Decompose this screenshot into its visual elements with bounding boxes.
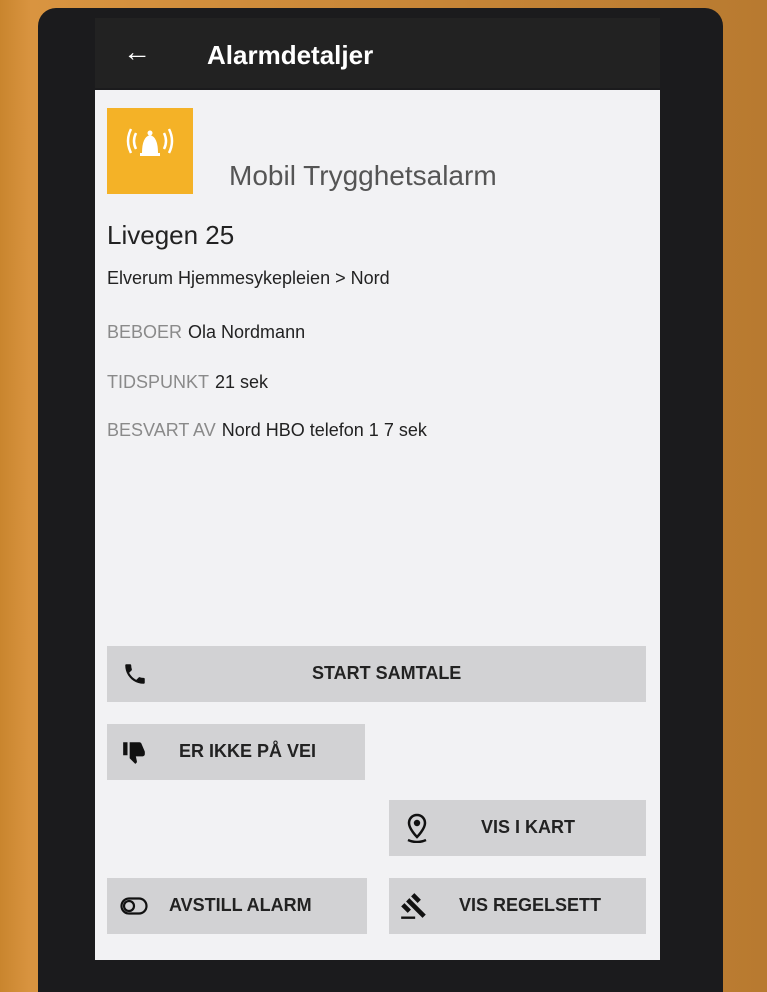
detail-value: Ola Nordmann — [188, 322, 306, 342]
alarm-address: Livegen 25 — [107, 220, 235, 250]
arrow-left-icon[interactable]: ← — [123, 38, 151, 66]
start-call-label: START SAMTALE — [312, 663, 462, 683]
map-pin-icon — [403, 812, 431, 844]
cancel-alarm-label: AVSTILL ALARM — [169, 895, 312, 915]
organization-path: Elverum Hjemmesykepleien > Nord — [107, 268, 390, 288]
detail-value: Nord HBO telefon 1 7 sek — [221, 420, 427, 440]
alarm-details-panel: Mobil Trygghetsalarm Livegen 25 Elverum … — [95, 90, 660, 960]
app-bar: ← Alarmdetaljer — [95, 18, 660, 88]
show-rules-button[interactable]: VIS REGELSETT — [389, 878, 646, 934]
alarm-type-tile — [107, 108, 193, 194]
detail-row-answered-by: BESVART AV Nord HBO telefon 1 7 sek — [107, 420, 427, 441]
detail-row-time: TIDSPUNKT 21 sek — [107, 372, 268, 393]
gavel-icon — [399, 891, 429, 921]
not-on-way-button[interactable]: ER IKKE PÅ VEI — [107, 724, 365, 780]
show-map-label: VIS I KART — [481, 817, 576, 837]
thumbs-down-icon — [119, 738, 149, 766]
detail-row-resident: BEBOER Ola Nordmann — [107, 322, 305, 343]
detail-label: BEBOER — [107, 322, 183, 342]
alarm-type-label: Mobil Trygghetsalarm — [229, 160, 497, 191]
detail-value: 21 sek — [215, 372, 269, 392]
cancel-alarm-button[interactable]: AVSTILL ALARM — [107, 878, 367, 934]
phone-icon — [121, 660, 149, 688]
detail-label: BESVART AV — [107, 420, 216, 440]
show-map-button[interactable]: VIS I KART — [389, 800, 646, 856]
not-on-way-label: ER IKKE PÅ VEI — [179, 741, 317, 761]
page-title: Alarmdetaljer — [207, 40, 374, 70]
alarm-bell-icon — [126, 128, 174, 156]
start-call-button[interactable]: START SAMTALE — [107, 646, 646, 702]
detail-label: TIDSPUNKT — [107, 372, 210, 392]
toggle-icon — [119, 894, 149, 918]
show-rules-label: VIS REGELSETT — [459, 895, 602, 915]
